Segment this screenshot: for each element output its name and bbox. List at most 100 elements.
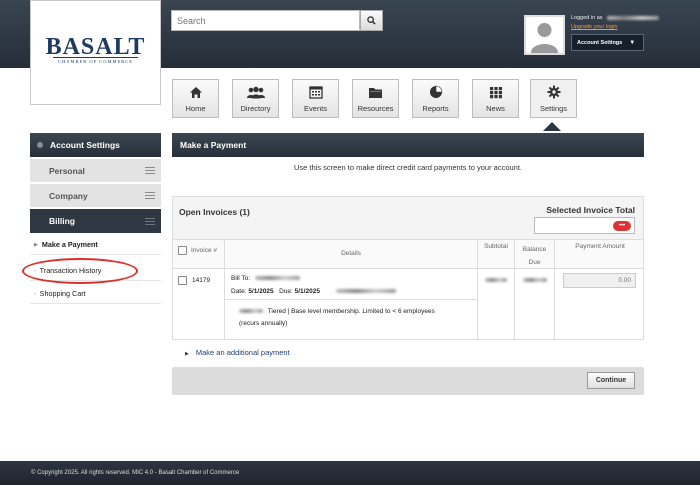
nav-label: Reports bbox=[422, 104, 449, 113]
sidebar-section-personal[interactable]: Personal bbox=[30, 159, 161, 183]
search-button[interactable] bbox=[360, 10, 383, 31]
sidebar-item-transaction-history[interactable]: › Transaction History bbox=[30, 261, 161, 281]
header-payment-label: Payment Amount bbox=[575, 243, 625, 250]
sidebar-header-label: Account Settings bbox=[50, 140, 120, 150]
row-cell-invoice: 14179 bbox=[173, 269, 225, 340]
nav-label: Home bbox=[185, 104, 206, 113]
footer-copyright: © Copyright 2025. All rights reserved. M… bbox=[31, 470, 240, 476]
invoice-number: 14179 bbox=[192, 277, 211, 284]
folder-icon bbox=[369, 88, 382, 98]
upgrade-login-link[interactable]: Upgrade your login bbox=[571, 24, 617, 30]
header-cell-payment-amount: Payment Amount bbox=[555, 240, 645, 268]
header-cell-balance-due: Balance Due bbox=[515, 240, 555, 268]
nav-label: Resources bbox=[357, 104, 394, 113]
page-intro: Use this screen to make direct credit ca… bbox=[293, 163, 523, 172]
sidebar-item-label: Transaction History bbox=[39, 266, 102, 275]
header-subtotal-label: Subtotal bbox=[484, 243, 508, 250]
avatar[interactable] bbox=[524, 15, 565, 55]
header-balance-label: Balance Due bbox=[522, 246, 547, 266]
header-cell-details: Details bbox=[225, 240, 478, 268]
action-bar: Continue bbox=[172, 367, 644, 395]
date-line: Date: 5/1/2025 Due: 5/1/2025 bbox=[231, 288, 396, 295]
chevron-right-icon: ▶ bbox=[34, 241, 38, 248]
invoices-panel: Open Invoices (1) Selected Invoice Total… bbox=[172, 196, 644, 340]
invoices-panel-header: Open Invoices (1) Selected Invoice Total… bbox=[173, 197, 643, 240]
table-header: Invoice # Details Subtotal Balance Due P… bbox=[173, 240, 643, 269]
pie-chart-icon bbox=[429, 85, 442, 98]
sidebar-section-label: Company bbox=[49, 190, 88, 201]
account-settings-label: Account Settings bbox=[577, 39, 623, 46]
account-settings-button[interactable]: Account Settings ▼ bbox=[571, 34, 644, 51]
row-cell-balance-due bbox=[515, 269, 555, 340]
due-date: 5/1/2025 bbox=[294, 288, 320, 295]
payment-amount-field[interactable] bbox=[563, 273, 636, 288]
logged-in-label: Logged in as bbox=[571, 15, 660, 21]
details-divider bbox=[225, 299, 477, 300]
redacted-username bbox=[607, 15, 660, 20]
nav-directory[interactable]: Directory bbox=[232, 79, 279, 118]
redacted-subtotal bbox=[485, 278, 507, 282]
header-details-label: Details bbox=[341, 250, 361, 257]
sidebar-item-label: Make a Payment bbox=[41, 240, 98, 249]
footer: © Copyright 2025. All rights reserved. M… bbox=[0, 461, 700, 485]
redacted-amount bbox=[239, 309, 263, 314]
chevron-right-icon: › bbox=[34, 290, 36, 297]
row-cell-details: Bill To: Date: 5/1/2025 Due: 5/1/2025 Ti… bbox=[225, 269, 478, 340]
sidebar-item-label: Shopping Cart bbox=[39, 289, 86, 298]
row-cell-payment-amount bbox=[555, 269, 645, 340]
add-payment-link[interactable]: ▶ Make an additional payment bbox=[185, 348, 290, 357]
active-nav-pointer bbox=[543, 122, 561, 131]
home-icon bbox=[189, 87, 202, 98]
select-all-checkbox[interactable] bbox=[178, 246, 187, 255]
nav-news[interactable]: News bbox=[472, 79, 519, 118]
continue-button[interactable]: Continue bbox=[587, 372, 635, 389]
redacted-reference bbox=[335, 289, 396, 294]
nav-label: Events bbox=[304, 104, 327, 113]
search-input[interactable] bbox=[171, 10, 360, 31]
triangle-right-icon: ▶ bbox=[185, 351, 189, 357]
nav-label: Directory bbox=[240, 104, 271, 113]
nav-reports[interactable]: Reports bbox=[412, 79, 459, 118]
nav-home[interactable]: Home bbox=[172, 79, 219, 118]
grid-icon bbox=[489, 87, 502, 99]
sidebar-item-make-a-payment[interactable]: ▶ Make a Payment bbox=[30, 235, 161, 255]
nav-label: Settings bbox=[539, 104, 568, 113]
bullet-icon bbox=[37, 142, 43, 148]
gear-icon bbox=[547, 85, 560, 99]
invoice-date: 5/1/2025 bbox=[248, 288, 274, 295]
sidebar-item-shopping-cart[interactable]: › Shopping Cart bbox=[30, 284, 161, 304]
logo-subtitle: CHAMBER OF COMMERCE bbox=[57, 59, 133, 64]
logo-divider bbox=[53, 57, 138, 58]
header-invoice-label: Invoice # bbox=[191, 247, 218, 254]
bill-to-line: Bill To: bbox=[231, 275, 300, 282]
date-label: Date: bbox=[231, 288, 247, 295]
sidebar-header-account-settings[interactable]: Account Settings bbox=[30, 133, 161, 157]
add-payment-label: Make an additional payment bbox=[195, 348, 290, 357]
sidebar-section-billing[interactable]: Billing bbox=[30, 209, 161, 233]
people-icon bbox=[246, 86, 265, 99]
nav-events[interactable]: Events bbox=[292, 79, 339, 118]
caret-down-icon: ▼ bbox=[629, 39, 636, 46]
user-silhouette-icon bbox=[526, 17, 563, 53]
status-badge: ••• bbox=[613, 221, 631, 231]
line-item-description: Tiered | Base level membership. Limited … bbox=[239, 306, 454, 330]
sidebar-section-label: Billing bbox=[49, 216, 75, 226]
header-cell-invoice: Invoice # bbox=[173, 240, 225, 268]
bill-to-label: Bill To: bbox=[231, 275, 251, 282]
invoice-checkbox[interactable] bbox=[178, 276, 187, 285]
redacted-balance bbox=[523, 278, 547, 282]
menu-lines-icon bbox=[145, 217, 155, 225]
chevron-right-icon: › bbox=[34, 267, 36, 274]
calendar-icon bbox=[308, 86, 323, 99]
nav-resources[interactable]: Resources bbox=[352, 79, 399, 118]
menu-lines-icon bbox=[145, 167, 155, 174]
redacted-bill-to bbox=[254, 276, 300, 281]
sidebar-section-label: Personal bbox=[49, 165, 85, 176]
page-title: Make a Payment bbox=[172, 133, 644, 157]
nav-settings[interactable]: Settings bbox=[530, 79, 577, 118]
row-cell-subtotal bbox=[478, 269, 515, 340]
menu-lines-icon bbox=[145, 192, 155, 199]
sidebar-section-company[interactable]: Company bbox=[30, 184, 161, 208]
header-cell-subtotal: Subtotal bbox=[478, 240, 515, 268]
chamber-logo[interactable]: BASALT CHAMBER OF COMMERCE bbox=[30, 0, 161, 105]
